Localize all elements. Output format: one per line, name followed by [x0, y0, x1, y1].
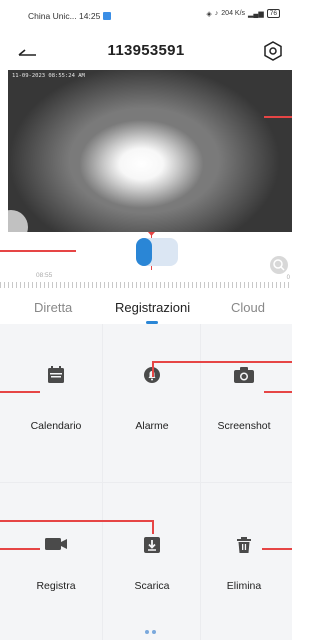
page-title: 113953591 [107, 42, 185, 59]
delete-button[interactable]: Elimina [196, 534, 292, 614]
video-timestamp: 11-09-2023 08:55:24 AM [12, 73, 85, 79]
camera-icon [234, 367, 254, 383]
download-button[interactable]: Scarica [104, 534, 200, 614]
delete-label: Elimina [226, 580, 262, 592]
page-dot [152, 630, 156, 634]
settings-icon[interactable] [262, 40, 284, 62]
timeline-handle-left[interactable] [136, 238, 152, 266]
video-vignette [8, 70, 292, 232]
page-indicator [145, 630, 156, 634]
trash-icon [237, 537, 251, 553]
mute-icon: ♪ [214, 10, 219, 17]
record-button[interactable]: Registra [8, 534, 104, 614]
calendar-icon [48, 366, 64, 383]
annotation-line [0, 548, 40, 550]
tab-cloud[interactable]: Cloud [231, 300, 265, 315]
screenshot-label: Screenshot [217, 420, 271, 432]
status-right: ◈ ♪ 204 K/s ▂▄▆ 76 [206, 9, 280, 18]
timeline-end-label: 0 [286, 275, 290, 281]
annotation-line [152, 361, 292, 363]
record-label: Registra [36, 580, 76, 592]
zoom-icon[interactable] [270, 256, 288, 274]
carrier-time: China Unic... 14:25 [28, 11, 101, 21]
timeline-cursor-marker [148, 232, 155, 236]
calendar-button[interactable]: Calendario [8, 364, 104, 444]
annotation-line [152, 361, 154, 377]
notification-icon [103, 12, 112, 20]
download-icon [144, 537, 160, 553]
battery-indicator: 76 [266, 9, 280, 18]
status-bar: China Unic... 14:25 ◈ ♪ 204 K/s ▂▄▆ 76 [0, 0, 292, 34]
download-label: Scarica [134, 580, 170, 592]
status-left: China Unic... 14:25 [28, 11, 112, 21]
tab-registrazioni[interactable]: Registrazioni [115, 300, 190, 315]
annotation-line [152, 520, 154, 534]
timeline[interactable]: 08:55 0 [0, 232, 292, 288]
annotation-line [0, 250, 76, 252]
net-speed: 204 K/s [221, 10, 246, 17]
annotation-line [264, 116, 292, 118]
action-grid: Calendario Alarme Screenshot Registra Sc… [0, 324, 292, 640]
tab-diretta[interactable]: Diretta [34, 300, 72, 315]
timeline-handle[interactable] [136, 238, 178, 266]
nfc-icon: ◈ [206, 10, 212, 18]
tab-bar: Diretta Registrazioni Cloud [0, 288, 292, 328]
annotation-line [262, 548, 292, 550]
video-player[interactable]: 11-09-2023 08:55:24 AM [8, 70, 292, 232]
video-camera-icon [45, 538, 67, 550]
grid-divider [0, 482, 292, 483]
screenshot-button[interactable]: Screenshot [196, 364, 292, 444]
annotation-line [0, 391, 40, 393]
annotation-line [0, 520, 153, 522]
calendar-label: Calendario [30, 420, 82, 432]
nav-bar: 113953591 [0, 34, 292, 70]
alarm-label: Alarme [135, 420, 169, 432]
signal-icon: ▂▄▆ [248, 10, 264, 18]
timeline-time-label: 08:55 [36, 272, 53, 279]
page-dot [145, 630, 149, 634]
annotation-line [264, 391, 292, 393]
